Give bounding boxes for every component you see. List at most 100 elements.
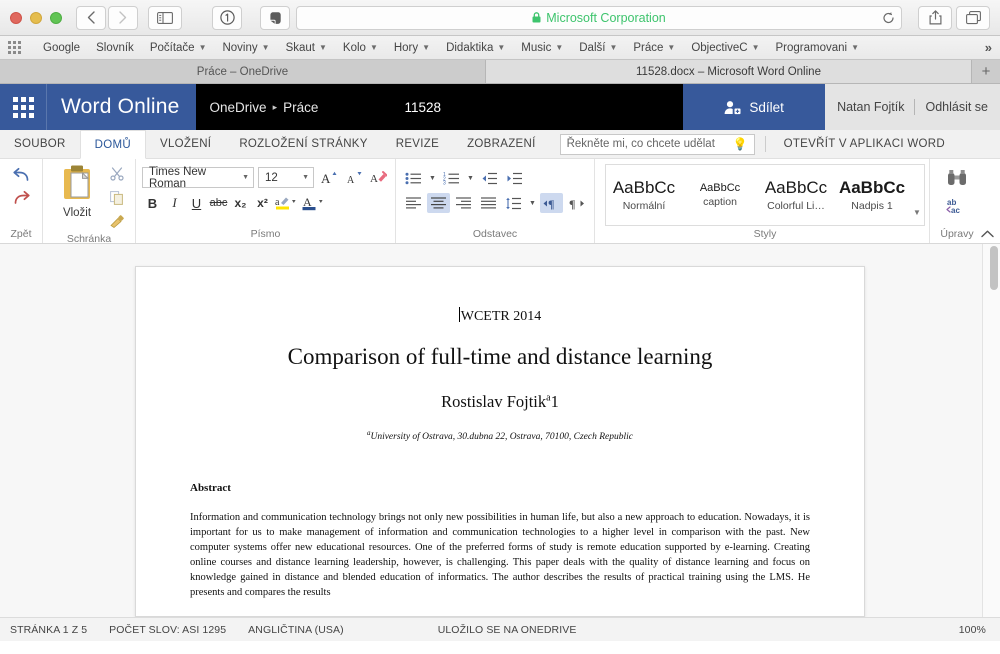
forward-button[interactable] [108, 5, 138, 30]
font-color-icon[interactable]: A [301, 193, 327, 213]
line-spacing-dropdown[interactable]: ▼ [527, 193, 538, 213]
replace-icon[interactable]: ab ac [946, 197, 968, 219]
bookmark-item[interactable]: Kolo ▼ [335, 36, 386, 59]
decrease-indent-icon[interactable] [478, 168, 501, 188]
share-button[interactable]: Sdílet [683, 84, 826, 130]
status-language[interactable]: ANGLIČTINA (USA) [248, 624, 344, 636]
subscript-button[interactable]: x₂ [230, 193, 251, 213]
browser-tab-onedrive[interactable]: Práce – OneDrive [0, 60, 486, 83]
bookmarks-overflow-button[interactable]: » [981, 36, 996, 59]
tab-revize[interactable]: REVIZE [382, 130, 453, 158]
text-direction-ltr-icon[interactable]: ¶ [540, 193, 563, 213]
underline-button[interactable]: U [186, 193, 207, 213]
clear-formatting-icon[interactable]: A [368, 168, 389, 188]
align-left-icon[interactable] [402, 193, 425, 213]
font-size-select[interactable]: 12 ▼ [258, 167, 314, 188]
reload-icon[interactable] [882, 11, 895, 24]
bookmark-item[interactable]: Didaktika ▼ [438, 36, 513, 59]
word-online-brand[interactable]: Word Online [46, 84, 196, 130]
bookmark-item[interactable]: Práce ▼ [625, 36, 683, 59]
new-tab-button[interactable]: + [972, 60, 1000, 83]
numbered-list-dropdown[interactable]: ▼ [465, 168, 476, 188]
breadcrumb-folder[interactable]: Práce [283, 100, 318, 115]
status-word-count[interactable]: POČET SLOV: ASI 1295 [109, 624, 226, 636]
ribbon-tab-bar: SOUBOR DOMŮ VLOŽENÍ ROZLOŽENÍ STRÁNKY RE… [0, 130, 1000, 159]
share-icon[interactable] [918, 5, 952, 30]
bookmark-item[interactable]: Další ▼ [571, 36, 625, 59]
copy-icon[interactable] [110, 191, 124, 210]
shrink-font-icon[interactable]: A [343, 168, 364, 188]
format-painter-icon[interactable] [109, 215, 125, 233]
redo-icon[interactable] [12, 190, 31, 209]
numbered-list-icon[interactable]: 123 [440, 168, 463, 188]
close-window-button[interactable] [10, 11, 22, 24]
document-scrollbar-thumb[interactable] [990, 246, 998, 290]
status-zoom-level[interactable]: 100% [959, 624, 986, 636]
strikethrough-button[interactable]: abc [208, 193, 229, 213]
increase-indent-icon[interactable] [503, 168, 526, 188]
align-justify-icon[interactable] [477, 193, 500, 213]
line-spacing-icon[interactable] [502, 193, 525, 213]
collapse-ribbon-icon[interactable] [981, 229, 994, 241]
ribbon-group-styles: AaBbCc Normální AaBbCc caption AaBbCc Colorfu… [595, 159, 930, 243]
bookmark-item[interactable]: Počítače ▼ [142, 36, 215, 59]
app-launcher-icon[interactable] [0, 84, 46, 130]
sidebar-toggle-button[interactable] [148, 5, 182, 30]
chevron-down-icon: ▼ [555, 42, 564, 52]
tab-zobrazeni[interactable]: ZOBRAZENÍ [453, 130, 550, 158]
scissors-icon[interactable] [110, 167, 124, 186]
status-page-number[interactable]: STRÁNKA 1 Z 5 [10, 624, 87, 636]
font-family-select[interactable]: Times New Roman ▼ [142, 166, 254, 190]
browser-tab-word-online[interactable]: 11528.docx – Microsoft Word Online [486, 60, 972, 83]
bookmark-item[interactable]: Skaut ▼ [278, 36, 335, 59]
style-item[interactable]: AaBbCc caption [682, 165, 758, 225]
binoculars-find-icon[interactable] [947, 169, 967, 191]
bullet-list-icon[interactable] [402, 168, 425, 188]
grow-font-icon[interactable]: A [318, 168, 339, 188]
user-name[interactable]: Natan Fojtík [837, 100, 904, 114]
tab-rozlozeni-stranky[interactable]: ROZLOŽENÍ STRÁNKY [225, 130, 381, 158]
breadcrumb-root[interactable]: OneDrive [210, 100, 267, 115]
maximize-window-button[interactable] [50, 11, 62, 24]
address-bar[interactable]: Microsoft Corporation [296, 5, 902, 30]
svg-text:ac: ac [951, 206, 960, 214]
back-button[interactable] [76, 5, 106, 30]
bold-button[interactable]: B [142, 193, 163, 213]
superscript-button[interactable]: x² [252, 193, 273, 213]
browser-actions [918, 5, 990, 30]
ribbon-group-label: Zpět [10, 228, 32, 240]
document-name[interactable]: 11528 [332, 84, 683, 130]
bookmark-item[interactable]: Noviny ▼ [214, 36, 277, 59]
bookmark-item[interactable]: Music ▼ [513, 36, 571, 59]
style-item[interactable]: AaBbCc Colorful Li… [758, 165, 834, 225]
align-center-icon[interactable] [427, 193, 450, 213]
italic-button[interactable]: I [164, 193, 185, 213]
bookmark-item[interactable]: ObjectiveC ▼ [683, 36, 767, 59]
open-in-word-button[interactable]: OTEVŘÍT V APLIKACI WORD [776, 130, 953, 158]
bookmark-label: Slovník [96, 41, 134, 54]
style-item[interactable]: AaBbCc Normální [606, 165, 682, 225]
tell-me-input[interactable]: Řekněte mi, co chcete udělat 💡 [559, 133, 755, 155]
text-direction-rtl-icon[interactable]: ¶ [565, 193, 588, 213]
show-tabs-icon[interactable] [956, 5, 990, 30]
undo-icon[interactable] [12, 167, 31, 186]
align-right-icon[interactable] [452, 193, 475, 213]
signout-link[interactable]: Odhlásit se [925, 100, 988, 114]
style-item[interactable]: AaBbCc Nadpis 1 [834, 165, 910, 225]
highlight-color-icon[interactable]: a [274, 193, 300, 213]
paste-button[interactable]: Vložit [49, 163, 105, 219]
1password-icon[interactable] [212, 5, 242, 30]
bookmark-item[interactable]: Google [35, 36, 88, 59]
document-page[interactable]: WCETR 2014 Comparison of full-time and d… [135, 266, 865, 617]
evernote-icon[interactable] [260, 5, 290, 30]
tab-domu[interactable]: DOMŮ [79, 130, 146, 159]
apps-grid-icon[interactable] [8, 41, 21, 54]
bookmark-item[interactable]: Hory ▼ [386, 36, 438, 59]
bookmark-item[interactable]: Slovník [88, 36, 142, 59]
tab-vlozeni[interactable]: VLOŽENÍ [146, 130, 225, 158]
bullet-list-dropdown[interactable]: ▼ [427, 168, 438, 188]
bookmark-item[interactable]: Programovani ▼ [768, 36, 868, 59]
styles-more-icon[interactable]: ▼ [910, 165, 924, 225]
minimize-window-button[interactable] [30, 11, 42, 24]
tab-soubor[interactable]: SOUBOR [0, 130, 80, 158]
